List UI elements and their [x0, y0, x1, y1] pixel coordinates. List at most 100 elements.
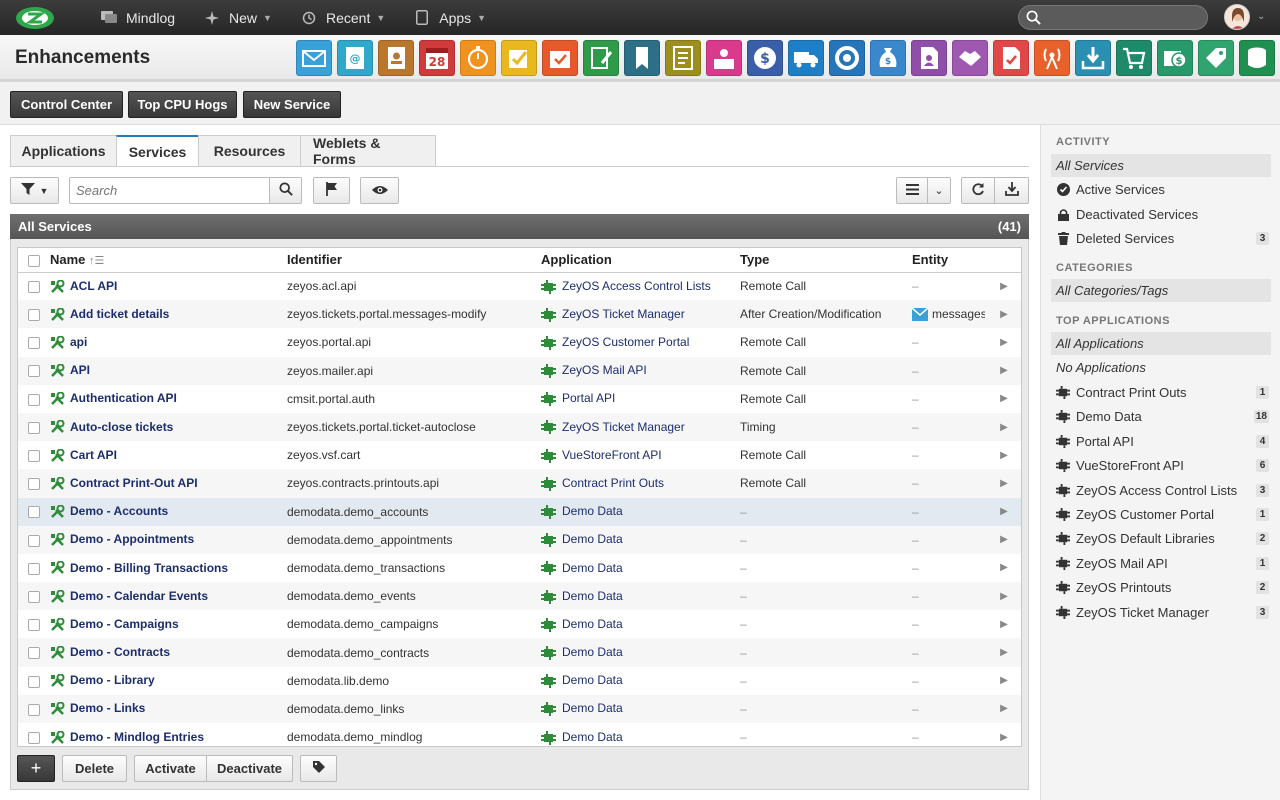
row-checkbox[interactable] — [28, 590, 40, 603]
service-name-cell[interactable]: Demo - Accounts — [50, 497, 287, 526]
service-name-link[interactable]: Auto-close tickets — [70, 420, 173, 434]
download-button[interactable] — [994, 177, 1029, 204]
service-name-link[interactable]: Contract Print-Out API — [70, 476, 198, 490]
service-name-link[interactable]: Demo - Billing Transactions — [70, 561, 228, 575]
shop-app-icon[interactable] — [1116, 40, 1152, 76]
application-cell[interactable]: Demo Data — [541, 610, 740, 638]
tab-resources[interactable]: Resources — [198, 135, 300, 167]
table-row[interactable]: ACL API zeyos.acl.api ZeyOS Access Control… — [18, 272, 1021, 300]
service-name-link[interactable]: api — [70, 335, 87, 349]
row-checkbox-cell[interactable] — [18, 554, 50, 582]
application-link[interactable]: Demo Data — [562, 673, 623, 687]
user-avatar[interactable] — [1224, 4, 1250, 30]
service-name-cell[interactable]: API — [50, 356, 287, 385]
billing-app-icon[interactable]: $ — [747, 40, 783, 76]
row-expand-arrow-icon[interactable]: ▶ — [985, 667, 1021, 695]
sidebar-item-app[interactable]: ZeyOS Printouts 2 — [1051, 576, 1271, 599]
application-link[interactable]: Contract Print Outs — [562, 476, 664, 490]
row-expand-arrow-icon[interactable]: ▶ — [985, 272, 1021, 300]
support-app-icon[interactable] — [829, 40, 865, 76]
application-cell[interactable]: ZeyOS Ticket Manager — [541, 412, 740, 442]
bookmarks-app-icon[interactable] — [624, 40, 660, 76]
service-name-link[interactable]: Demo - Appointments — [70, 532, 194, 546]
sidebar-item-no-applications[interactable]: No Applications — [1051, 356, 1271, 379]
application-cell[interactable]: Demo Data — [541, 667, 740, 695]
column-header-name[interactable]: Name ↑☰ — [50, 248, 287, 273]
table-row[interactable]: Demo - Mindlog Entries demodata.demo_mind… — [18, 723, 1021, 746]
service-name-cell[interactable]: Demo - Library — [50, 667, 287, 695]
application-cell[interactable]: Portal API — [541, 385, 740, 413]
email-app-icon[interactable]: @ — [337, 40, 373, 76]
refresh-button[interactable] — [961, 177, 995, 204]
row-expand-arrow-icon[interactable]: ▶ — [985, 525, 1021, 554]
row-checkbox-cell[interactable] — [18, 441, 50, 469]
row-expand-arrow-icon[interactable]: ▶ — [985, 412, 1021, 442]
row-checkbox-cell[interactable] — [18, 694, 50, 723]
calendar-app-icon[interactable]: 28 — [419, 40, 455, 76]
service-name-link[interactable]: Demo - Library — [70, 673, 155, 687]
row-checkbox[interactable] — [28, 675, 40, 688]
tag-button[interactable] — [300, 755, 337, 782]
application-cell[interactable]: ZeyOS Access Control Lists — [541, 272, 740, 300]
service-name-link[interactable]: API — [70, 363, 90, 377]
service-name-link[interactable]: Cart API — [70, 448, 117, 462]
application-link[interactable]: ZeyOS Mail API — [562, 363, 647, 377]
table-row[interactable]: Contract Print-Out API zeyos.contracts.pr… — [18, 469, 1021, 498]
row-expand-arrow-icon[interactable]: ▶ — [985, 356, 1021, 385]
view-toggle-button[interactable] — [360, 177, 399, 204]
tasks-app-icon[interactable] — [501, 40, 537, 76]
service-name-cell[interactable]: Demo - Appointments — [50, 525, 287, 554]
service-name-cell[interactable]: Demo - Campaigns — [50, 610, 287, 638]
sidebar-item-app[interactable]: ZeyOS Ticket Manager 3 — [1051, 601, 1271, 624]
deactivate-button[interactable]: Deactivate — [206, 755, 293, 782]
row-expand-arrow-icon[interactable]: ▶ — [985, 300, 1021, 329]
broadcast-app-icon[interactable] — [1034, 40, 1070, 76]
delivery-app-icon[interactable] — [788, 40, 824, 76]
row-checkbox-cell[interactable] — [18, 300, 50, 329]
sidebar-item-all-applications[interactable]: All Applications — [1051, 332, 1271, 355]
download-app-icon[interactable] — [1075, 40, 1111, 76]
sidebar-item-app[interactable]: VueStoreFront API 6 — [1051, 454, 1271, 477]
application-cell[interactable]: Demo Data — [541, 497, 740, 526]
service-name-cell[interactable]: Demo - Calendar Events — [50, 582, 287, 611]
column-header-entity[interactable]: Entity — [912, 248, 985, 273]
row-checkbox[interactable] — [28, 506, 40, 519]
mail-app-icon[interactable] — [296, 40, 332, 76]
table-row[interactable]: Add ticket details zeyos.tickets.portal.m… — [18, 300, 1021, 329]
deals-app-icon[interactable] — [952, 40, 988, 76]
sidebar-item-active-services[interactable]: Active Services — [1051, 178, 1271, 201]
finance-app-icon[interactable]: $ — [870, 40, 906, 76]
application-cell[interactable]: Demo Data — [541, 525, 740, 554]
application-cell[interactable]: ZeyOS Mail API — [541, 356, 740, 385]
documents-app-icon[interactable] — [665, 40, 701, 76]
row-checkbox[interactable] — [28, 647, 40, 660]
notes-app-icon[interactable] — [583, 40, 619, 76]
table-row[interactable]: Demo - Links demodata.demo_links Demo Data… — [18, 694, 1021, 723]
column-header-identifier[interactable]: Identifier — [287, 248, 541, 273]
tab-services[interactable]: Services — [116, 135, 198, 167]
table-row[interactable]: Demo - Campaigns demodata.demo_campaigns D… — [18, 610, 1021, 638]
row-expand-arrow-icon[interactable]: ▶ — [985, 694, 1021, 723]
application-link[interactable]: ZeyOS Customer Portal — [562, 335, 689, 349]
row-expand-arrow-icon[interactable]: ▶ — [985, 441, 1021, 469]
row-expand-arrow-icon[interactable]: ▶ — [985, 723, 1021, 746]
row-checkbox[interactable] — [28, 478, 40, 491]
contacts-app-icon[interactable] — [378, 40, 414, 76]
application-cell[interactable]: ZeyOS Ticket Manager — [541, 300, 740, 329]
activate-button[interactable]: Activate — [134, 755, 207, 782]
filter-dropdown-button[interactable]: ▼ — [10, 177, 59, 204]
sidebar-item-deactivated-services[interactable]: Deactivated Services — [1051, 203, 1271, 226]
application-link[interactable]: ZeyOS Ticket Manager — [562, 307, 685, 321]
application-cell[interactable]: Demo Data — [541, 554, 740, 582]
service-name-link[interactable]: Authentication API — [70, 391, 177, 405]
service-desk-app-icon[interactable] — [706, 40, 742, 76]
pdf-app-icon[interactable] — [993, 40, 1029, 76]
application-cell[interactable]: Demo Data — [541, 582, 740, 611]
service-name-cell[interactable]: Authentication API — [50, 385, 287, 413]
service-name-cell[interactable]: Demo - Mindlog Entries — [50, 723, 287, 746]
row-checkbox-cell[interactable] — [18, 497, 50, 526]
add-service-button[interactable]: + — [17, 755, 55, 782]
row-checkbox-cell[interactable] — [18, 638, 50, 667]
application-link[interactable]: VueStoreFront API — [562, 448, 662, 462]
select-all-checkbox-cell[interactable] — [18, 248, 50, 273]
